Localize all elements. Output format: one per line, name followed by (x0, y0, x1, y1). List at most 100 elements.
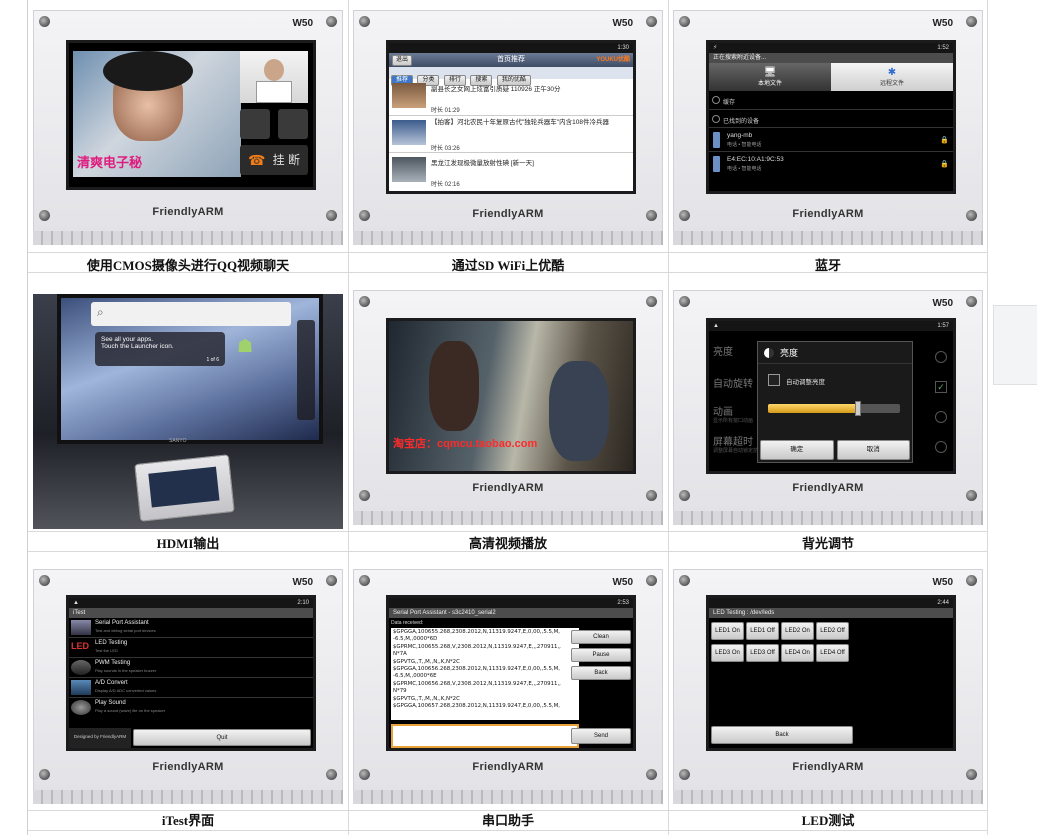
led3-on-button[interactable]: LED3 On (711, 644, 744, 662)
send-input[interactable] (391, 724, 579, 748)
device-type: 电话 • 智能电话 (727, 166, 762, 172)
phone-icon (713, 156, 720, 172)
back-button[interactable]: Back (711, 726, 853, 744)
usb-icon: ⚡ (713, 45, 718, 51)
received-data-textarea[interactable]: $GPGGA,100655.268,2308.2012,N,11319.9247… (391, 628, 579, 720)
board-brand-label: FriendlyARM (472, 761, 544, 773)
device-screen: ▲ 2:10 iTest Serial Port Assistant Test a… (66, 595, 316, 751)
video-thumbnail (392, 157, 426, 182)
list-item[interactable]: PWM Testing Play sounds in the speaker b… (69, 658, 313, 678)
status-time: 1:30 (617, 45, 629, 51)
serial-log-line: $GPRMC,100656.268,V,2308.2012,N,11319.92… (393, 680, 561, 687)
led3-off-button[interactable]: LED3 Off (746, 644, 779, 662)
gallery-cell-cmos-qq: W50 清爽电子秘 ☎ 挂 断 FriendlyARM 使用CMOS摄像头进行Q… (28, 0, 348, 273)
list-item[interactable]: Play Sound Play a sound (wave) file on t… (69, 698, 313, 718)
search-status: 正在搜索附近设备... (709, 53, 953, 63)
back-button[interactable]: Back (571, 666, 631, 680)
radio-icon[interactable] (935, 411, 947, 423)
brightness-slider-thumb[interactable] (854, 401, 861, 416)
setting-auto-rotate[interactable]: 自动旋转 (713, 375, 753, 390)
led4-on-button[interactable]: LED4 On (781, 644, 814, 662)
serial-log-line: N*7A (393, 651, 407, 658)
list-item[interactable]: A/D Convert Display A/D ADC converted va… (69, 678, 313, 698)
pcb-edge (353, 790, 663, 804)
microphone-icon[interactable] (278, 109, 308, 139)
warning-icon: ▲ (73, 600, 79, 606)
setting-animation[interactable]: 动画 (713, 403, 733, 418)
item-sub: Display A/D ADC converted values (95, 688, 157, 693)
caption: LED测试 (801, 813, 855, 828)
caption: iTest界面 (161, 813, 215, 828)
auto-brightness-checkbox[interactable] (768, 374, 780, 386)
radio-icon[interactable] (935, 441, 947, 453)
led4-off-button[interactable]: LED4 Off (816, 644, 849, 662)
picture-toggle-icon[interactable] (240, 109, 270, 139)
android-icon: ☗ (237, 336, 254, 356)
list-item[interactable]: LED LED Testing Test the LED (69, 638, 313, 658)
product-gallery-table: W50 清爽电子秘 ☎ 挂 断 FriendlyARM 使用CMOS摄像头进行Q… (27, 0, 988, 835)
section-label: 缓存 (723, 100, 736, 106)
item-label: LED Testing (95, 640, 128, 646)
serial-log-line: $GPVTG,,T,,M,,N,,K,N*2C (393, 658, 460, 665)
page-indicator: 1 of 6 (206, 357, 219, 363)
led1-off-button[interactable]: LED1 Off (746, 622, 779, 640)
brightness-slider[interactable] (768, 401, 900, 416)
footer-logo: Designed by FriendlyARM (69, 728, 131, 748)
serial-log-line: $GPGGA,100657.268,2308.2012,N,11319.9247… (393, 703, 561, 710)
hangup-button[interactable]: ☎ 挂 断 (240, 145, 308, 175)
video-title: 【拍客】河北农民十年复原古代"独轮兵器车"内含108件冷兵器 (431, 119, 609, 126)
led1-on-button[interactable]: LED1 On (711, 622, 744, 640)
back-button[interactable]: 退出 (392, 55, 413, 66)
send-button[interactable]: Send (571, 728, 631, 744)
device-screen: ⚡ 1:52 正在搜索附近设备... 🖥 本地文件 ✱ 远程文件 缓存 已找到的… (706, 40, 956, 194)
found-devices-section[interactable]: 已找到的设备 (709, 109, 953, 127)
radio-icon[interactable] (935, 351, 947, 363)
video-duration: 时长 03:26 (431, 146, 460, 152)
serial-log-line: -6.5,M,,0000*6D (393, 636, 438, 643)
quit-button[interactable]: Quit (133, 729, 311, 746)
list-item[interactable]: Serial Port Assistant Test and debug ser… (69, 618, 313, 638)
serial-log-line: $GPVTG,,T,,M,,N,,K,N*2C (393, 695, 460, 702)
checkbox-checked-icon[interactable]: ✓ (935, 381, 947, 393)
youku-logo: YOUKU优酷 (596, 57, 630, 63)
caption: 串口助手 (481, 813, 534, 828)
gallery-cell-bluetooth: W50 ⚡ 1:52 正在搜索附近设备... 🖥 本地文件 ✱ 远程文件 缓存 … (668, 0, 988, 273)
pcb-edge (673, 790, 983, 804)
item-sub: Test and debug serial port devices (95, 628, 156, 633)
product-photo: W50 ⚡ 1:52 正在搜索附近设备... 🖥 本地文件 ✱ 远程文件 缓存 … (673, 10, 983, 245)
status-bar: ▲ 1:57 (709, 321, 953, 331)
bluetooth-icon: ✱ (887, 67, 897, 78)
device-row[interactable]: E4:EC:10:A1:9C:53 电话 • 智能电话 🔒 (709, 151, 953, 175)
item-label: Play Sound (95, 700, 126, 706)
device-screen: 淘宝店：cqmcu.taobao.com (386, 318, 636, 474)
led2-off-button[interactable]: LED2 Off (816, 622, 849, 640)
warning-icon: ▲ (713, 323, 719, 329)
launcher-dock[interactable] (297, 320, 315, 420)
dialog-header: 亮度 (758, 342, 912, 364)
clean-button[interactable]: Clean (571, 630, 631, 644)
setting-brightness[interactable]: 亮度 (713, 343, 733, 358)
item-label: PWM Testing (95, 660, 131, 666)
board-model-label: W50 (292, 18, 313, 29)
serial-log-line: $GPGGA,100656.268,2308.2012,N,11319.9247… (393, 666, 561, 673)
product-photo: W50 2:53 Serial Port Assistant - s3c2410… (353, 569, 663, 804)
gallery-cell-backlight: W50 ▲ 1:57 亮度 自动旋转 动画 显示所有窗口动画 屏幕超时 调整屏幕自… (668, 272, 988, 551)
led2-on-button[interactable]: LED2 On (781, 622, 814, 640)
tab-local-files[interactable]: 🖥 本地文件 (709, 63, 831, 91)
cancel-button[interactable]: 取消 (836, 440, 910, 460)
device-row[interactable]: yang-mb 电话 • 智能电话 🔒 (709, 127, 953, 151)
setting-screen-timeout[interactable]: 屏幕超时 (713, 433, 753, 448)
list-item[interactable]: 黑龙江发现极微量放射性碘 [新一天] 时长 02:16 (389, 153, 633, 190)
list-item[interactable]: 副县长之女网上炫富引质疑 110926 正午30分 时长 01:29 (389, 79, 633, 116)
product-photo: W50 清爽电子秘 ☎ 挂 断 FriendlyARM (33, 10, 343, 245)
search-bar[interactable]: ⌕ (91, 302, 291, 326)
app-title: LED Testing : /dev/leds (709, 608, 953, 618)
list-item[interactable]: 【拍客】河北农民十年复原古代"独轮兵器车"内含108件冷兵器 时长 03:26 (389, 116, 633, 153)
ok-button[interactable]: 确定 (760, 440, 834, 460)
video-call-local-preview (240, 51, 308, 103)
cache-section[interactable]: 缓存 (709, 91, 953, 109)
item-label: Serial Port Assistant (95, 620, 149, 626)
gallery-cell-youku: W50 1:30 退出 首页推荐 YOUKU优酷 推荐 分类 排行 搜索 我的优… (348, 0, 668, 273)
tab-remote-files[interactable]: ✱ 远程文件 (831, 63, 953, 91)
pause-button[interactable]: Pause (571, 648, 631, 662)
